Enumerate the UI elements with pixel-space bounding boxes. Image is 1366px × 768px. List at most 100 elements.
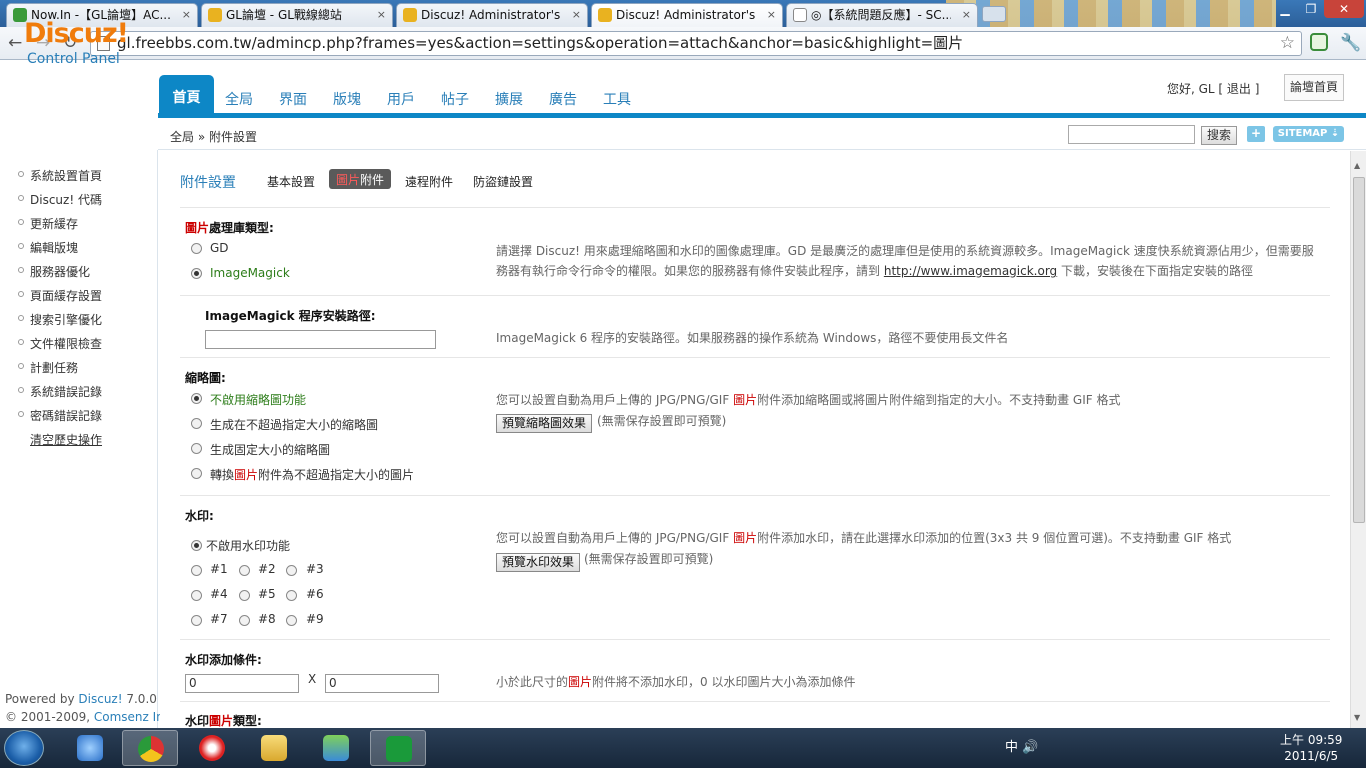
option-pos-7[interactable]: #7 xyxy=(210,612,228,626)
system-clock[interactable]: 上午 09:59 2011/6/5 xyxy=(1280,732,1342,764)
option-thumb-max[interactable]: 生成在不超過指定大小的縮略圖 xyxy=(210,416,378,433)
radio-pos-5[interactable] xyxy=(239,590,250,601)
option-watermark-off[interactable]: 不啟用水印功能 xyxy=(206,537,290,554)
sitemap-button[interactable]: SITEMAP ⇣ xyxy=(1273,126,1344,142)
taskbar-recorder-icon[interactable] xyxy=(370,730,426,766)
radio-pos-3[interactable] xyxy=(286,565,297,576)
browser-tab-2[interactable]: GL論壇 - GL戰線總站 × xyxy=(201,3,393,27)
option-pos-1[interactable]: #1 xyxy=(210,562,228,576)
imagemagick-link[interactable]: http://www.imagemagick.org xyxy=(884,264,1057,278)
option-thumb-convert[interactable]: 轉換圖片附件為不超過指定大小的圖片 xyxy=(210,466,414,483)
sidebar-item-file-permissions[interactable]: 文件權限檢查 xyxy=(30,335,102,352)
tab-close-icon[interactable]: × xyxy=(962,4,971,26)
sidebar-item-update-cache[interactable]: 更新緩存 xyxy=(30,215,78,232)
option-pos-5[interactable]: #5 xyxy=(258,587,276,601)
forum-home-button[interactable]: 論壇首頁 xyxy=(1284,74,1344,101)
taskbar-messenger-icon[interactable] xyxy=(308,730,364,766)
radio-gd[interactable] xyxy=(191,243,202,254)
option-pos-4[interactable]: #4 xyxy=(210,587,228,601)
option-pos-3[interactable]: #3 xyxy=(306,562,324,576)
option-thumb-fixed[interactable]: 生成固定大小的縮略圖 xyxy=(210,441,330,458)
bookmark-star-icon[interactable]: ☆ xyxy=(1280,32,1295,55)
option-pos-9[interactable]: #9 xyxy=(306,612,324,626)
sidebar-item-password-error-log[interactable]: 密碼錯誤記錄 xyxy=(30,407,102,424)
tab-basic-settings[interactable]: 基本設置 xyxy=(267,173,315,190)
sidebar-item-scheduled-tasks[interactable]: 計劃任務 xyxy=(30,359,78,376)
preview-thumbnail-button[interactable]: 預覽縮略圖效果 xyxy=(496,414,593,433)
taskbar-app-icon[interactable] xyxy=(184,730,240,766)
option-pos-6[interactable]: #6 xyxy=(306,587,324,601)
sidebar-item-edit-forums[interactable]: 編輯版塊 xyxy=(30,239,78,256)
sidebar-item-seo[interactable]: 搜索引擎優化 xyxy=(30,311,102,328)
radio-thumb-fixed[interactable] xyxy=(191,443,202,454)
sidebar-item-error-log[interactable]: 系統錯誤記錄 xyxy=(30,383,102,400)
radio-thumb-off[interactable] xyxy=(191,393,202,404)
radio-thumb-max[interactable] xyxy=(191,418,202,429)
sidebar-item-settings-home[interactable]: 系統設置首頁 xyxy=(30,167,102,184)
footer-brand-link[interactable]: Discuz! xyxy=(78,692,122,706)
radio-pos-4[interactable] xyxy=(191,590,202,601)
nav-home[interactable]: 首頁 xyxy=(159,75,214,118)
option-imagemagick[interactable]: ImageMagick xyxy=(210,266,290,280)
nav-global[interactable]: 全局 xyxy=(225,89,253,109)
restore-icon[interactable]: ❐ xyxy=(1298,0,1324,18)
scroll-thumb[interactable] xyxy=(1353,177,1365,523)
radio-pos-2[interactable] xyxy=(239,565,250,576)
option-pos-8[interactable]: #8 xyxy=(258,612,276,626)
preview-watermark-button[interactable]: 預覽水印效果 xyxy=(496,553,581,572)
volume-icon[interactable]: 🔊 xyxy=(1022,740,1038,755)
radio-pos-9[interactable] xyxy=(286,615,297,626)
taskbar-folder-icon[interactable] xyxy=(246,730,302,766)
search-input[interactable] xyxy=(1068,125,1195,144)
radio-watermark-off[interactable] xyxy=(191,540,202,551)
wrench-menu-icon[interactable]: 🔧 xyxy=(1340,33,1361,53)
scroll-up-icon[interactable]: ▲ xyxy=(1354,161,1360,170)
extension-icon[interactable] xyxy=(1310,33,1328,51)
tab-close-icon[interactable]: × xyxy=(377,4,386,26)
clear-history-link[interactable]: 清空歷史操作 xyxy=(30,431,102,448)
nav-users[interactable]: 用戶 xyxy=(387,89,415,109)
nav-posts[interactable]: 帖子 xyxy=(441,89,469,109)
back-arrow-icon[interactable]: ← xyxy=(8,33,22,53)
nav-tools[interactable]: 工具 xyxy=(603,89,631,109)
discuz-logo[interactable]: Discuz! xyxy=(24,18,129,49)
imagemagick-path-input[interactable] xyxy=(205,330,436,349)
system-tray[interactable]: 中 🔊 xyxy=(1005,736,1038,755)
taskbar-chrome-icon[interactable] xyxy=(122,730,178,766)
scroll-down-icon[interactable]: ▼ xyxy=(1354,713,1360,722)
browser-tab-4-active[interactable]: Discuz! Administrator's ... × xyxy=(591,3,783,27)
radio-pos-6[interactable] xyxy=(286,590,297,601)
user-greeting[interactable]: 您好, GL [ 退出 ] xyxy=(1167,80,1259,97)
start-button-icon[interactable] xyxy=(4,730,44,766)
radio-pos-8[interactable] xyxy=(239,615,250,626)
new-tab-button[interactable] xyxy=(982,6,1006,22)
tab-close-icon[interactable]: × xyxy=(182,4,191,26)
condition-height-input[interactable]: 0 xyxy=(325,674,439,693)
sidebar-item-discuz-code[interactable]: Discuz! 代碼 xyxy=(30,191,102,208)
sidebar-item-server-optimize[interactable]: 服務器優化 xyxy=(30,263,90,280)
tab-hotlink-protection[interactable]: 防盜鏈設置 xyxy=(473,173,533,190)
radio-thumb-convert[interactable] xyxy=(191,468,202,479)
nav-forums[interactable]: 版塊 xyxy=(333,89,361,109)
option-gd[interactable]: GD xyxy=(210,241,229,255)
radio-imagemagick[interactable] xyxy=(191,268,202,279)
option-pos-2[interactable]: #2 xyxy=(258,562,276,576)
browser-tab-5[interactable]: ◎【系統問題反應】- SC... × xyxy=(786,3,978,27)
taskbar-ie-icon[interactable] xyxy=(62,730,118,766)
page-scrollbar[interactable]: ▲ ▼ xyxy=(1350,151,1366,728)
nav-extensions[interactable]: 擴展 xyxy=(495,89,523,109)
search-button[interactable]: 搜索 xyxy=(1201,126,1237,145)
option-thumb-off[interactable]: 不啟用縮略圖功能 xyxy=(210,391,306,408)
add-shortcut-button[interactable]: + xyxy=(1247,126,1265,142)
tab-image-attachments[interactable]: 圖片附件 xyxy=(329,169,392,189)
tab-remote-attachments[interactable]: 遠程附件 xyxy=(405,173,453,190)
close-window-icon[interactable]: ✕ xyxy=(1324,0,1364,18)
tab-close-icon[interactable]: × xyxy=(767,4,776,26)
radio-pos-1[interactable] xyxy=(191,565,202,576)
condition-width-input[interactable]: 0 xyxy=(185,674,299,693)
browser-tab-3[interactable]: Discuz! Administrator's ... × xyxy=(396,3,588,27)
nav-interface[interactable]: 界面 xyxy=(279,89,307,109)
tab-close-icon[interactable]: × xyxy=(572,4,581,26)
radio-pos-7[interactable] xyxy=(191,615,202,626)
minimize-icon[interactable]: ▁ xyxy=(1272,0,1298,18)
